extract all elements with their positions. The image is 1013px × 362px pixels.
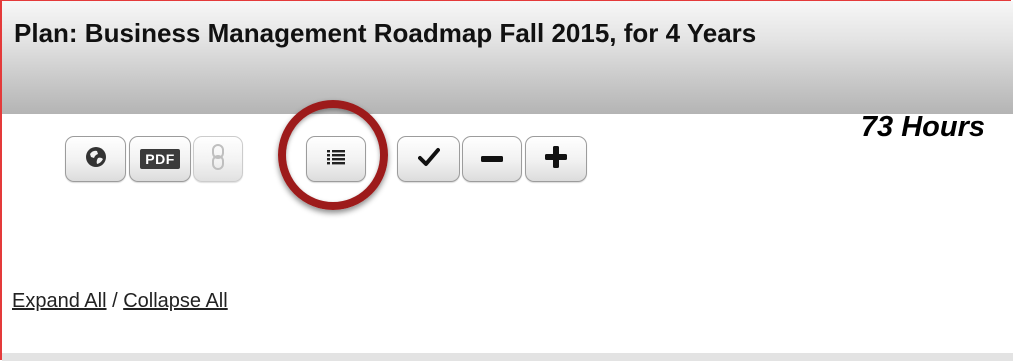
check-button[interactable] <box>397 136 460 182</box>
minus-icon <box>481 150 503 168</box>
total-hours: 73 Hours <box>860 111 985 143</box>
links-separator: / <box>106 290 124 312</box>
plan-panel: Plan: Business Management Roadmap Fall 2… <box>0 0 1013 361</box>
collapse-button[interactable] <box>462 136 522 182</box>
globe-icon <box>85 146 107 173</box>
plan-header: Plan: Business Management Roadmap Fall 2… <box>2 1 1013 114</box>
plan-title: Plan: Business Management Roadmap Fall 2… <box>14 18 757 48</box>
plus-icon <box>545 145 567 173</box>
pdf-icon: PDF <box>140 149 180 169</box>
bottom-divider <box>2 353 1013 361</box>
link-button[interactable] <box>193 136 243 182</box>
check-icon <box>417 147 440 172</box>
expand-button[interactable] <box>525 136 587 182</box>
list-icon <box>327 149 345 170</box>
collapse-all-link[interactable]: Collapse All <box>123 290 228 312</box>
globe-button[interactable] <box>65 136 126 182</box>
link-icon <box>211 143 225 175</box>
expand-all-link[interactable]: Expand All <box>12 290 107 312</box>
expand-collapse-links: Expand All / Collapse All <box>12 290 228 313</box>
pdf-button[interactable]: PDF <box>129 136 191 182</box>
list-view-button[interactable] <box>306 136 366 182</box>
